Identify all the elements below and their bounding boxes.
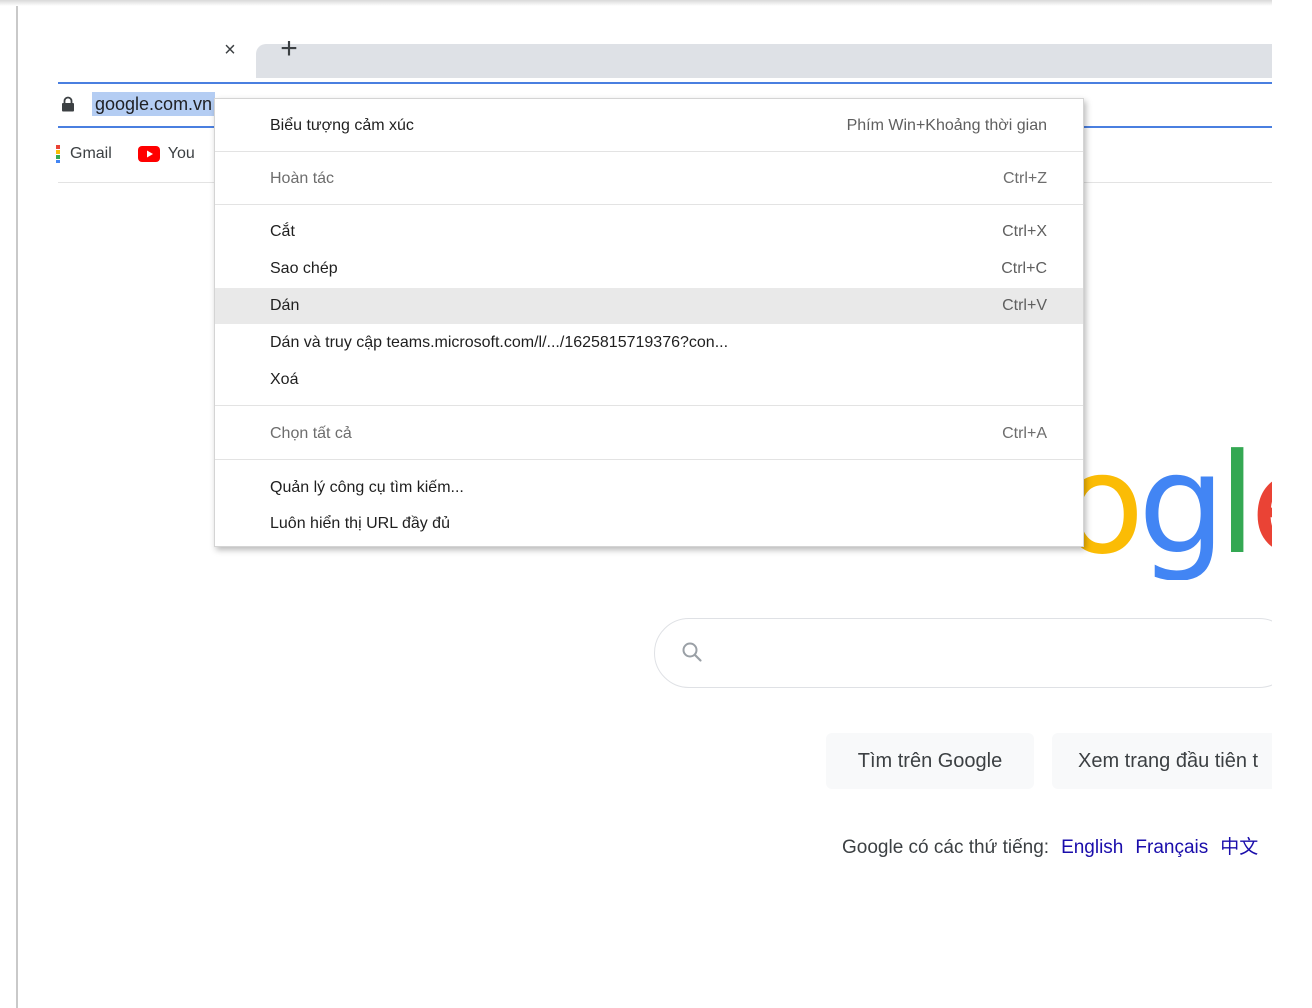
menu-item-undo[interactable]: Hoàn tác Ctrl+Z bbox=[215, 161, 1083, 197]
bookmarks-bar: Gmail You bbox=[54, 142, 195, 166]
menu-separator bbox=[215, 459, 1083, 460]
viewport-right-edge bbox=[1272, 0, 1312, 1008]
menu-item-label: Chọn tất cả bbox=[270, 425, 352, 442]
tab-close-icon[interactable]: × bbox=[220, 38, 240, 62]
menu-item-label: Xoá bbox=[270, 371, 299, 388]
menu-item-shortcut: Ctrl+V bbox=[1002, 297, 1047, 314]
google-search-button[interactable]: Tìm trên Google bbox=[826, 733, 1034, 789]
menu-item-label: Dán và truy cập teams.microsoft.com/l/..… bbox=[270, 334, 729, 351]
menu-item-always-show-full-url[interactable]: Luôn hiển thị URL đầy đủ bbox=[215, 506, 1083, 542]
search-icon bbox=[682, 642, 702, 662]
language-link-english[interactable]: English bbox=[1061, 837, 1123, 858]
menu-separator bbox=[215, 405, 1083, 406]
menu-item-manage-search-engines[interactable]: Quản lý công cụ tìm kiếm... bbox=[215, 470, 1083, 506]
window-top-edge bbox=[0, 0, 1312, 6]
menu-item-label: Dán bbox=[270, 297, 300, 314]
logo-letter: g bbox=[1138, 430, 1226, 580]
bookmark-youtube[interactable]: You bbox=[137, 145, 195, 163]
menu-item-label: Quản lý công cụ tìm kiếm... bbox=[270, 479, 464, 496]
youtube-icon bbox=[137, 146, 160, 162]
tab-strip bbox=[256, 44, 1272, 78]
language-offer: Google có các thứ tiếng: English Français 中… bbox=[842, 832, 1258, 859]
language-link-chinese[interactable]: 中文 bbox=[1220, 837, 1258, 858]
language-link-french[interactable]: Français bbox=[1135, 837, 1208, 858]
new-tab-button[interactable]: + bbox=[276, 34, 302, 64]
google-logo: o g l e bbox=[1060, 430, 1272, 580]
bookmark-gmail[interactable]: Gmail bbox=[54, 145, 112, 163]
menu-item-shortcut: Ctrl+X bbox=[1002, 223, 1047, 240]
language-offer-prefix: Google có các thứ tiếng: bbox=[842, 837, 1050, 858]
search-input[interactable] bbox=[654, 618, 1294, 688]
menu-separator bbox=[215, 204, 1083, 205]
window-left-edge bbox=[16, 6, 18, 1008]
menu-item-copy[interactable]: Sao chép Ctrl+C bbox=[215, 251, 1083, 287]
menu-item-shortcut: Ctrl+A bbox=[1002, 425, 1047, 442]
omnibox-focus-ring-top bbox=[58, 82, 1272, 84]
address-bar-url[interactable]: google.com.vn bbox=[92, 92, 216, 116]
menu-item-label: Hoàn tác bbox=[270, 170, 335, 187]
menu-item-label: Sao chép bbox=[270, 260, 338, 277]
context-menu: Biểu tượng cảm xúc Phím Win+Khoảng thời … bbox=[214, 98, 1084, 547]
menu-item-delete[interactable]: Xoá bbox=[215, 362, 1083, 398]
bookmark-label: You bbox=[167, 145, 195, 162]
menu-separator bbox=[215, 151, 1083, 152]
menu-item-label: Biểu tượng cảm xúc bbox=[270, 117, 414, 134]
lock-icon[interactable] bbox=[61, 96, 75, 112]
menu-item-emoji[interactable]: Biểu tượng cảm xúc Phím Win+Khoảng thời … bbox=[215, 108, 1083, 144]
menu-item-cut[interactable]: Cắt Ctrl+X bbox=[215, 214, 1083, 250]
menu-item-select-all[interactable]: Chọn tất cả Ctrl+A bbox=[215, 416, 1083, 452]
menu-item-paste[interactable]: Dán Ctrl+V bbox=[215, 288, 1083, 324]
menu-item-shortcut: Phím Win+Khoảng thời gian bbox=[846, 117, 1047, 134]
gmail-icon bbox=[56, 145, 60, 163]
bookmark-label: Gmail bbox=[70, 145, 112, 162]
menu-item-label: Cắt bbox=[270, 223, 295, 240]
logo-letter: e bbox=[1250, 430, 1272, 580]
menu-item-shortcut: Ctrl+C bbox=[1001, 260, 1047, 277]
menu-item-paste-and-go[interactable]: Dán và truy cập teams.microsoft.com/l/..… bbox=[215, 325, 1083, 361]
menu-item-shortcut: Ctrl+Z bbox=[1003, 170, 1047, 187]
browser-window: × + google.com.vn Gmail You o g l Tìm tr… bbox=[0, 0, 1312, 1008]
menu-item-label: Luôn hiển thị URL đầy đủ bbox=[270, 515, 450, 532]
